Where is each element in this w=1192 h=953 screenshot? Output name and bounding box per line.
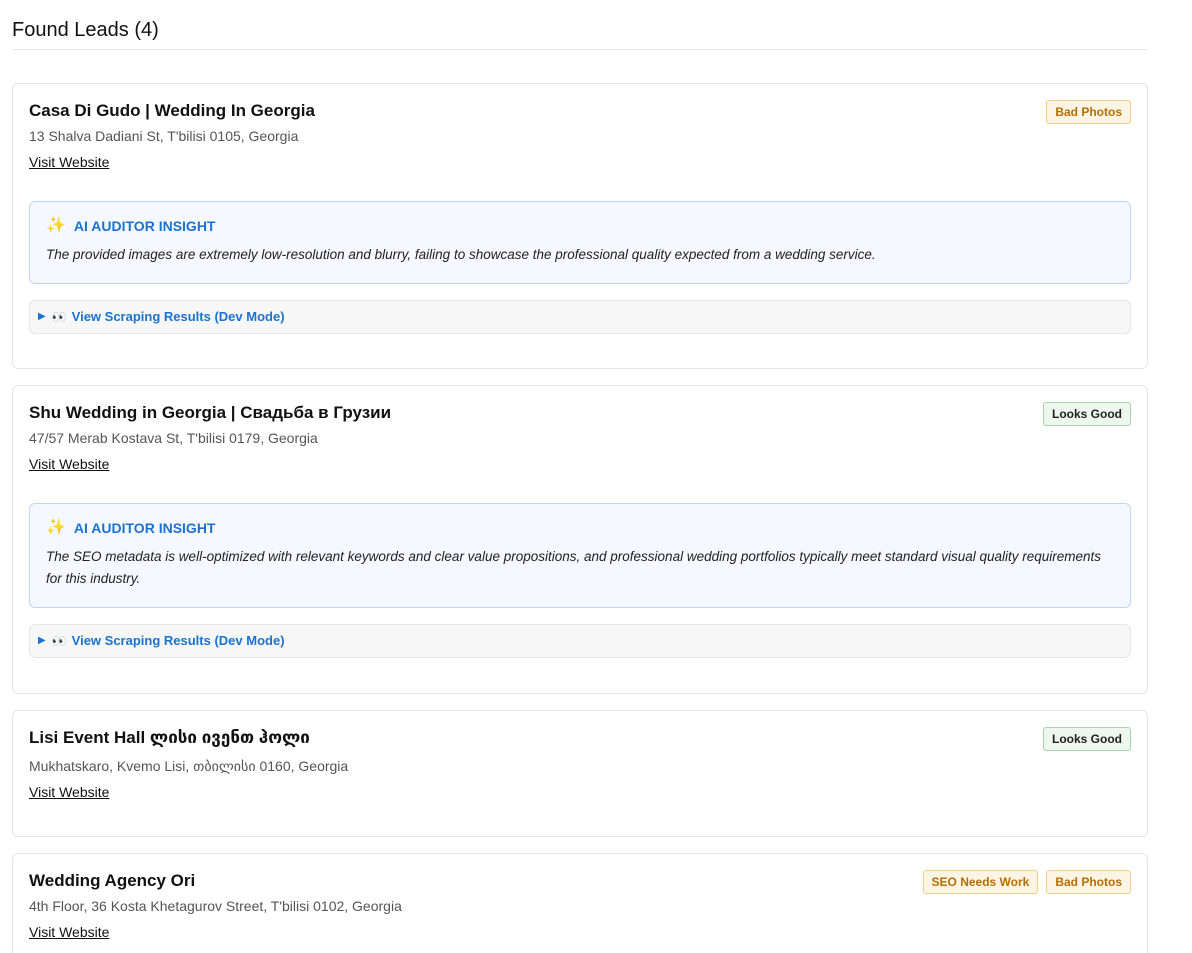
lead-card-header: Shu Wedding in Georgia | Свадьба в Грузи… <box>29 402 1131 474</box>
status-badge: Bad Photos <box>1046 870 1131 894</box>
lead-address: Mukhatskaro, Kvemo Lisi, თბილისი 0160, G… <box>29 758 349 774</box>
lead-name: Shu Wedding in Georgia | Свадьба в Грузи… <box>29 403 392 422</box>
ai-insight-text: The SEO metadata is well-optimized with … <box>46 549 1102 586</box>
dev-mode-label: View Scraping Results (Dev Mode) <box>71 633 285 648</box>
ai-insight-heading: ✨ AI AUDITOR INSIGHT <box>46 217 1114 235</box>
lead-card: Lisi Event Hall ლისი ივენთ ჰოლი Mukhatsk… <box>12 710 1148 837</box>
ai-insight-heading: ✨ AI AUDITOR INSIGHT <box>46 519 1114 537</box>
dev-mode-toggle[interactable]: ▶ 👀 View Scraping Results (Dev Mode) <box>29 624 1131 658</box>
sparkles-icon: ✨ <box>46 217 66 234</box>
visit-website-link[interactable]: Visit Website <box>29 783 109 801</box>
status-badge: Looks Good <box>1043 727 1131 751</box>
dev-mode-label: View Scraping Results (Dev Mode) <box>71 309 285 324</box>
lead-card: Wedding Agency Ori 4th Floor, 36 Kosta K… <box>12 853 1148 953</box>
lead-card-header: Wedding Agency Ori 4th Floor, 36 Kosta K… <box>29 870 1131 942</box>
lead-badges: Looks Good <box>1043 727 1131 751</box>
status-badge: SEO Needs Work <box>922 870 1039 894</box>
lead-address: 13 Shalva Dadiani St, T'bilisi 0105, Geo… <box>29 128 299 144</box>
dev-mode-toggle[interactable]: ▶ 👀 View Scraping Results (Dev Mode) <box>29 300 1131 334</box>
lead-name: Casa Di Gudo | Wedding In Georgia <box>29 101 315 120</box>
lead-name: Lisi Event Hall ლისი ივენთ ჰოლი <box>29 728 310 747</box>
lead-card: Casa Di Gudo | Wedding In Georgia 13 Sha… <box>12 83 1148 369</box>
ai-insight-panel: ✨ AI AUDITOR INSIGHT The provided images… <box>29 201 1131 284</box>
leads-page: Found Leads (4) Casa Di Gudo | Wedding I… <box>0 0 1192 953</box>
lead-card-header: Casa Di Gudo | Wedding In Georgia 13 Sha… <box>29 100 1131 172</box>
status-badge: Looks Good <box>1043 402 1131 426</box>
eyes-icon: 👀 <box>51 634 67 648</box>
visit-website-link[interactable]: Visit Website <box>29 455 109 473</box>
lead-address: 47/57 Merab Kostava St, T'bilisi 0179, G… <box>29 430 318 446</box>
page-header: Found Leads (4) <box>12 17 1148 50</box>
visit-website-link[interactable]: Visit Website <box>29 923 109 941</box>
lead-badges: SEO Needs Work Bad Photos <box>922 870 1131 894</box>
visit-website-link[interactable]: Visit Website <box>29 153 109 171</box>
ai-insight-panel: ✨ AI AUDITOR INSIGHT The SEO metadata is… <box>29 503 1131 608</box>
lead-badges: Bad Photos <box>1046 100 1131 124</box>
ai-insight-title: AI AUDITOR INSIGHT <box>73 520 216 536</box>
lead-card: Shu Wedding in Georgia | Свадьба в Грузи… <box>12 385 1148 694</box>
eyes-icon: 👀 <box>51 310 67 324</box>
sparkles-icon: ✨ <box>46 519 66 536</box>
ai-insight-title: AI AUDITOR INSIGHT <box>73 218 216 234</box>
lead-card-header: Lisi Event Hall ლისი ივენთ ჰოლი Mukhatsk… <box>29 727 1131 802</box>
page-title: Found Leads (4) <box>12 19 159 41</box>
triangle-right-icon: ▶ <box>38 635 46 646</box>
lead-address: 4th Floor, 36 Kosta Khetagurov Street, T… <box>29 898 402 914</box>
status-badge: Bad Photos <box>1046 100 1131 124</box>
ai-insight-text: The provided images are extremely low-re… <box>46 247 876 262</box>
lead-badges: Looks Good <box>1043 402 1131 426</box>
triangle-right-icon: ▶ <box>38 311 46 322</box>
